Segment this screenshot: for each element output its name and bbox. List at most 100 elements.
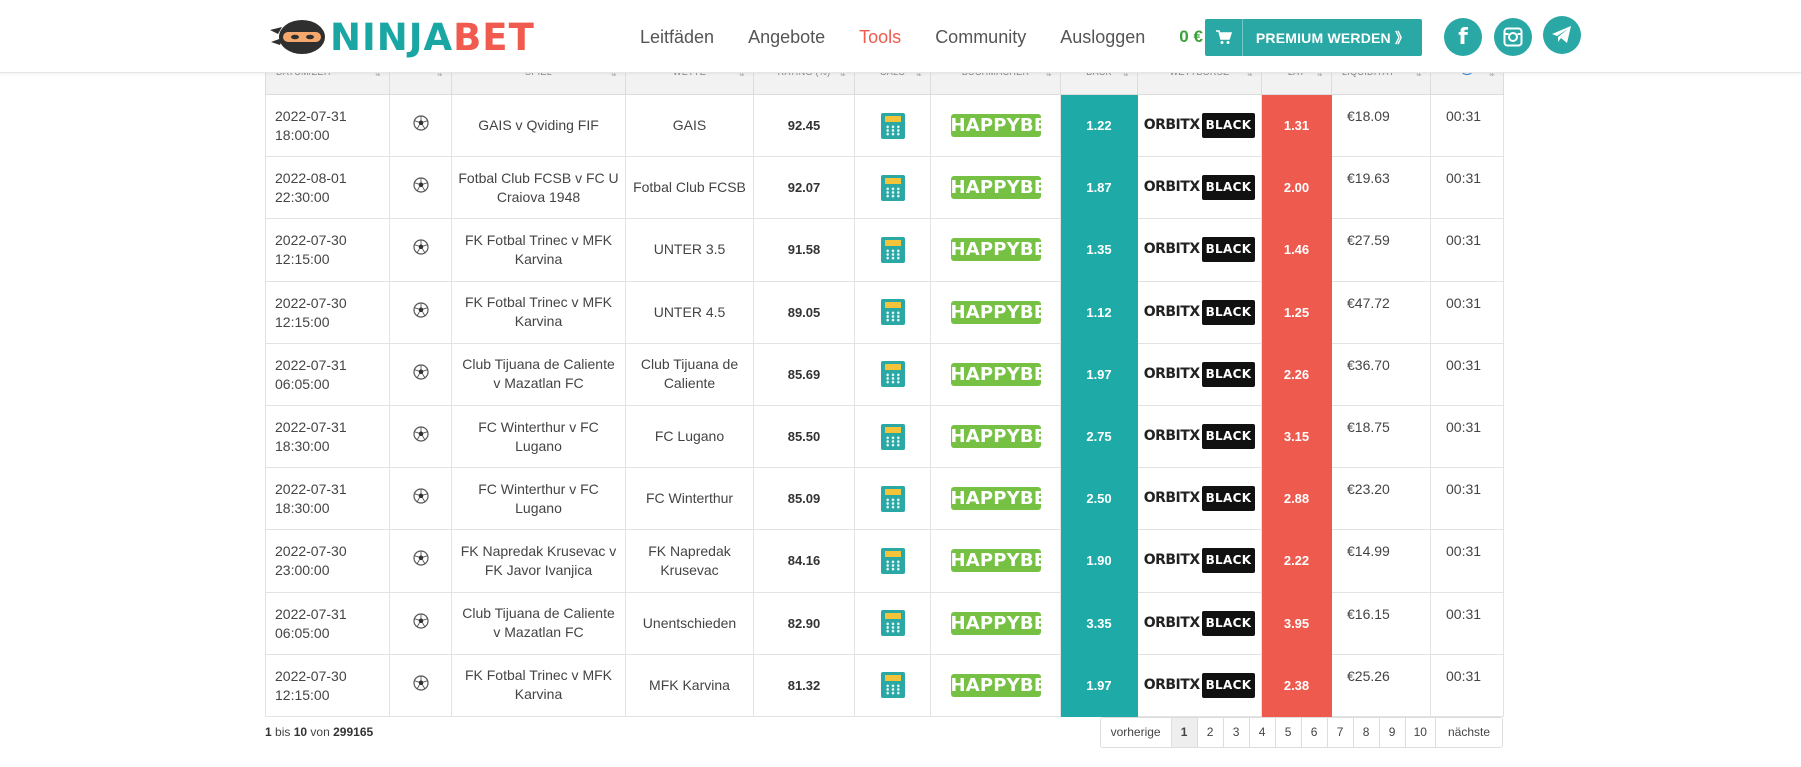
happybet-logo[interactable]: HAPPYBET	[950, 425, 1059, 449]
table-row[interactable]: 2022-07-30 12:15:00 FK Fotbal Trinec v MFK…	[265, 280, 1504, 344]
ninjabet-logo[interactable]: NINJABET	[268, 14, 535, 60]
cell-calc	[854, 467, 931, 531]
page-button-10[interactable]: 10	[1404, 718, 1435, 747]
facebook-icon[interactable]: f	[1444, 18, 1482, 56]
page-button-4[interactable]: 4	[1248, 718, 1275, 747]
page-button-2[interactable]: 2	[1196, 718, 1223, 747]
cell-lay-odds: 2.38	[1261, 653, 1332, 717]
cell-calc	[854, 653, 931, 717]
table-row[interactable]: 2022-07-31 06:05:00 Club Tijuana de Calien…	[265, 591, 1504, 655]
cell-datetime: 2022-07-31 18:30:00	[265, 467, 390, 531]
orbitx-black-logo[interactable]: ORBITX BLACK	[1143, 361, 1256, 387]
cell-liquidity: €36.70	[1331, 342, 1431, 406]
happybet-logo[interactable]: HAPPYBET	[950, 300, 1059, 324]
calculator-icon[interactable]	[880, 485, 905, 512]
cell-datetime: 2022-07-31 06:05:00	[265, 342, 390, 406]
cell-datetime: 2022-07-30 12:15:00	[265, 653, 390, 717]
orbitx-text: ORBITX	[1143, 303, 1200, 320]
happybet-logo[interactable]: HAPPYBET	[950, 238, 1059, 262]
telegram-icon[interactable]	[1543, 16, 1581, 54]
table-row[interactable]: 2022-07-30 23:00:00 FK Napredak Krusevac v…	[265, 529, 1504, 593]
orbitx-text: ORBITX	[1143, 428, 1200, 445]
page-button-5[interactable]: 5	[1274, 718, 1301, 747]
happybet-logo[interactable]: HAPPYBET	[950, 114, 1059, 138]
soccer-ball-icon	[412, 177, 429, 198]
calculator-icon[interactable]	[880, 610, 905, 637]
calculator-icon[interactable]	[880, 547, 905, 574]
prev-page-button[interactable]: vorherige	[1100, 718, 1171, 747]
table-row[interactable]: 2022-07-30 12:15:00 FK Fotbal Trinec v MFK…	[265, 218, 1504, 282]
nav-community[interactable]: Community	[935, 27, 1026, 48]
nav-angebote[interactable]: Angebote	[748, 27, 825, 48]
happybet-logo[interactable]: HAPPYBET	[950, 362, 1059, 386]
cell-datetime: 2022-08-01 22:30:00	[265, 156, 390, 220]
cell-bookmaker: HAPPYBET	[930, 280, 1061, 344]
next-page-button[interactable]: nächste	[1434, 718, 1502, 747]
cell-datetime: 2022-07-31 06:05:00	[265, 591, 390, 655]
odds-table-container: DATUM/ZEIT⇅ ⇅ SPIEL⇅ WETTE⇅ RATING (%)⇅ …	[265, 60, 1504, 717]
page-button-9[interactable]: 9	[1378, 718, 1405, 747]
orbitx-black-logo[interactable]: ORBITX BLACK	[1144, 237, 1256, 263]
nav-ausloggen[interactable]: Ausloggen	[1060, 27, 1145, 48]
table-row[interactable]: 2022-07-31 18:30:00 FC Winterthur v FC Lug…	[265, 404, 1504, 469]
odds-table: DATUM/ZEIT⇅ ⇅ SPIEL⇅ WETTE⇅ RATING (%)⇅ …	[265, 60, 1504, 717]
orbitx-black-logo[interactable]: ORBITX BLACK	[1143, 299, 1256, 325]
cell-calc	[854, 342, 931, 406]
instagram-icon[interactable]	[1494, 18, 1532, 56]
table-row[interactable]: 2022-07-31 06:05:00 Club Tijuana de Calien…	[265, 342, 1504, 406]
happybet-logo[interactable]: HAPPYBET	[950, 549, 1059, 573]
premium-button[interactable]: PREMIUM WERDEN 》	[1205, 19, 1422, 56]
orbitx-black-logo[interactable]: ORBITX BLACK	[1144, 672, 1256, 698]
cell-liquidity: €27.59	[1331, 218, 1431, 282]
cell-time: 12:15:00	[275, 686, 330, 703]
cell-lay-odds: 2.26	[1261, 342, 1332, 406]
page-button-7[interactable]: 7	[1326, 718, 1353, 747]
table-row[interactable]: 2022-07-31 18:00:00 GAIS v Qviding FIF GAIS…	[265, 93, 1504, 158]
cell-calc	[854, 404, 931, 469]
table-row[interactable]: 2022-07-30 12:15:00 FK Fotbal Trinec v MFK…	[265, 653, 1504, 717]
cell-bet: GAIS	[625, 93, 754, 158]
happybet-logo[interactable]: HAPPYBET	[950, 673, 1059, 697]
orbitx-black-logo[interactable]: ORBITX BLACK	[1144, 548, 1256, 574]
cell-bookmaker: HAPPYBET	[930, 156, 1061, 220]
calculator-icon[interactable]	[880, 423, 905, 450]
orbitx-black-logo[interactable]: ORBITX BLACK	[1144, 113, 1256, 139]
cell-date: 2022-07-30	[275, 232, 347, 249]
cell-date: 2022-07-31	[275, 481, 347, 498]
page-button-6[interactable]: 6	[1300, 718, 1327, 747]
calculator-icon[interactable]	[880, 112, 905, 139]
nav-leitfaden[interactable]: Leitfäden	[640, 27, 714, 48]
cell-back-odds: 1.97	[1060, 653, 1138, 717]
calculator-icon[interactable]	[880, 174, 905, 201]
cell-bookmaker: HAPPYBET	[930, 342, 1061, 406]
table-row[interactable]: 2022-08-01 22:30:00 Fotbal Club FCSB v FC …	[265, 156, 1504, 220]
cell-sport	[389, 218, 452, 282]
calculator-icon[interactable]	[880, 672, 905, 699]
cell-calc	[854, 218, 931, 282]
nav-tools[interactable]: Tools	[859, 27, 901, 48]
calculator-icon[interactable]	[880, 299, 905, 326]
orbitx-black-logo[interactable]: ORBITX BLACK	[1143, 424, 1256, 450]
page-button-8[interactable]: 8	[1352, 718, 1379, 747]
cell-sport	[389, 404, 452, 469]
orbitx-black-logo[interactable]: ORBITX BLACK	[1144, 610, 1256, 636]
calculator-icon[interactable]	[880, 236, 905, 263]
cell-date: 2022-08-01	[275, 170, 347, 187]
happybet-logo[interactable]: HAPPYBET	[950, 611, 1059, 635]
page-button-3[interactable]: 3	[1222, 718, 1249, 747]
cell-calc	[854, 156, 931, 220]
table-row[interactable]: 2022-07-31 18:30:00 FC Winterthur v FC Lug…	[265, 467, 1504, 531]
orbitx-black-logo[interactable]: ORBITX BLACK	[1144, 486, 1256, 512]
page-button-1[interactable]: 1	[1170, 718, 1197, 747]
results-count: 1 bis 10 von 299165	[265, 725, 373, 739]
happybet-logo[interactable]: HAPPYBET	[950, 487, 1059, 511]
orbitx-text: ORBITX	[1143, 365, 1200, 382]
cell-game: FK Fotbal Trinec v MFK Karvina	[451, 653, 626, 717]
cell-sport	[389, 93, 452, 158]
cell-rating: 89.05	[753, 280, 855, 344]
calculator-icon[interactable]	[880, 361, 905, 388]
happybet-logo[interactable]: HAPPYBET	[950, 176, 1059, 200]
account-balance[interactable]: 0 €	[1179, 27, 1203, 47]
cell-bet: FK Napredak Krusevac	[625, 529, 754, 593]
orbitx-black-logo[interactable]: ORBITX BLACK	[1144, 175, 1256, 201]
